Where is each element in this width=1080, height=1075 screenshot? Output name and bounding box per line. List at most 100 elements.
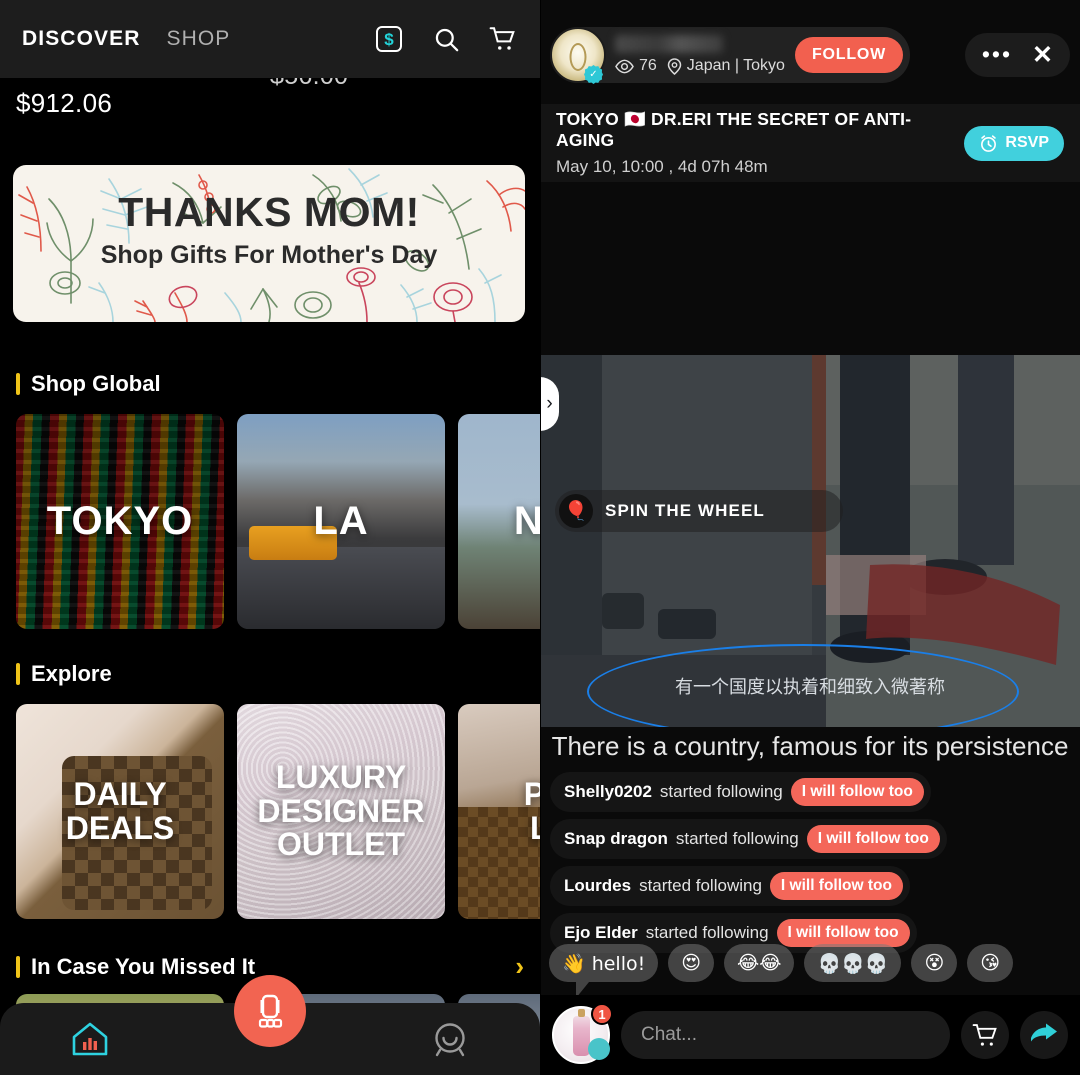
explore-label: LUXURY DESIGNER OUTLET [237, 704, 445, 919]
follow-back-button[interactable]: I will follow too [769, 872, 903, 900]
chat-username: Lourdes [564, 876, 632, 895]
city-label: NEW [513, 499, 540, 543]
explore-card-daily-deals[interactable]: DAILY DEALS [16, 704, 224, 919]
product-count-badge: 1 [591, 1003, 613, 1025]
header-icon-group: $ [374, 24, 518, 54]
section-accent-bar [16, 663, 20, 685]
chat-action: started following [675, 829, 799, 848]
city-label: LA [313, 499, 369, 543]
chat-action: started following [639, 876, 762, 895]
follow-button[interactable]: FOLLOW [794, 37, 904, 73]
quick-emoji-chip[interactable]: 😍 [668, 944, 715, 982]
spin-the-wheel-label: SPIN THE WHEEL [605, 501, 765, 520]
chat-message-row: Shelly0202 started following I will foll… [550, 772, 947, 819]
mothers-day-banner[interactable]: THANKS MOM! Shop Gifts For Mother's Day [13, 165, 525, 322]
cart-button[interactable] [961, 1011, 1009, 1059]
banner-text: THANKS MOM! Shop Gifts For Mother's Day [13, 189, 525, 270]
quick-emoji-bar: 👋 hello! 😍 😂😂 💀💀💀 😵 😘 [549, 944, 1080, 982]
explore-label-line1: PRE- [523, 775, 540, 812]
explore-label-line2: DESIGNER [257, 792, 425, 829]
share-arrow-icon [1031, 1023, 1057, 1042]
stream-meta: 76 Japan | Tokyo [615, 57, 785, 75]
explore-label-line1: DAILY [73, 775, 167, 812]
featured-product-thumbnail[interactable]: 1 [552, 1003, 613, 1064]
quick-emoji-chip[interactable]: 😂😂 [724, 944, 795, 982]
top-actions-group: ••• ✕ [964, 33, 1070, 77]
quick-emoji-chip[interactable]: 💀💀💀 [804, 944, 902, 982]
follow-back-button[interactable]: I will follow too [776, 919, 910, 947]
event-schedule: May 10, 10:00 , 4d 07h 48m [556, 157, 768, 176]
explore-label: DAILY DEALS [16, 704, 224, 919]
section-title: In Case You Missed It [31, 953, 256, 979]
section-chevron-right-icon[interactable]: › [515, 951, 524, 982]
dual-pane-screenshot: $56.00 $912.06 DISCOVER SHOP $ [0, 0, 1080, 1075]
nav-tab-home[interactable] [0, 1020, 180, 1058]
event-text: TOKYO 🇯🇵 DR.ERI THE SECRET OF ANTI-AGING… [556, 109, 964, 177]
explore-label-line1: LUXURY [275, 758, 407, 795]
streamer-profile-pill[interactable]: ✓ 76 Japan | Tokyo FOLLOW [550, 27, 911, 84]
viewer-count: 76 [639, 57, 657, 74]
chat-username: Ejo Elder [564, 923, 638, 942]
follow-back-button[interactable]: I will follow too [790, 778, 924, 806]
shop-global-row[interactable]: TOKYO LA NEW [0, 414, 540, 629]
location-pin-icon [667, 57, 682, 75]
tab-discover[interactable]: DISCOVER [22, 27, 141, 51]
explore-label-line2: DEALS [65, 809, 175, 846]
live-video-player[interactable]: › 🎈 SPIN THE WHEEL 有一个国度以执着和细致入微著称 [540, 355, 1080, 727]
cart-icon[interactable] [488, 24, 518, 54]
event-banner[interactable]: TOKYO 🇯🇵 DR.ERI THE SECRET OF ANTI-AGING… [540, 104, 1080, 182]
shop-app-panel: $56.00 $912.06 DISCOVER SHOP $ [0, 0, 540, 1075]
shop-fab-button[interactable] [234, 975, 306, 1047]
city-card-tokyo[interactable]: TOKYO [16, 414, 224, 629]
panel-divider [540, 0, 541, 1075]
section-header-shop-global: Shop Global [16, 371, 161, 397]
chat-message[interactable]: Snap dragon started following I will fol… [550, 819, 947, 859]
close-icon[interactable]: ✕ [1032, 42, 1053, 68]
chat-message[interactable]: Shelly0202 started following I will foll… [550, 772, 931, 812]
discover-header: DISCOVER SHOP $ [0, 0, 540, 78]
banner-subhead: Shop Gifts For Mother's Day [100, 241, 438, 269]
product-price-tag [588, 1038, 610, 1060]
explore-row[interactable]: DAILY DEALS LUXURY DESIGNER OUTLET PRE [0, 704, 540, 919]
more-options-icon[interactable]: ••• [982, 43, 1012, 66]
main-price: $912.06 [16, 88, 113, 118]
city-card-new-york[interactable]: NEW [458, 414, 540, 629]
quick-emoji-chip[interactable]: 😘 [967, 944, 1014, 982]
profile-text: 76 Japan | Tokyo [606, 35, 795, 75]
section-accent-bar [16, 955, 20, 978]
spin-the-wheel-chip[interactable]: 🎈 SPIN THE WHEEL [555, 490, 843, 532]
quick-emoji-chip[interactable]: 😵 [911, 944, 958, 982]
share-button[interactable] [1020, 1011, 1068, 1059]
smiley-face-icon [435, 1023, 465, 1057]
chat-message-row: Snap dragon started following I will fol… [550, 819, 947, 866]
balloon-icon: 🎈 [559, 494, 593, 528]
chat-action: started following [645, 923, 769, 942]
explore-label-line3: OUTLET [277, 826, 405, 863]
chat-message[interactable]: Lourdes started following I will follow … [550, 866, 910, 906]
city-card-la[interactable]: LA [237, 414, 445, 629]
alarm-clock-icon [981, 134, 997, 152]
city-label: TOKYO [46, 499, 194, 543]
stream-location: Japan | Tokyo [686, 57, 785, 74]
chat-action: started following [659, 782, 783, 801]
phone-shop-icon [258, 994, 283, 1028]
explore-card-luxury-designer-outlet[interactable]: LUXURY DESIGNER OUTLET [237, 704, 445, 919]
streamer-name-redacted [615, 35, 723, 53]
chat-input[interactable]: Chat... [621, 1011, 950, 1059]
coin-icon-label: $ [376, 26, 402, 52]
rsvp-button[interactable]: RSVP [964, 125, 1064, 161]
follow-back-button[interactable]: I will follow too [806, 825, 940, 853]
coin-icon[interactable]: $ [374, 24, 404, 54]
explore-card-pre-lux[interactable]: PRE- LUX [458, 704, 540, 919]
search-icon[interactable] [431, 24, 461, 54]
chat-username: Shelly0202 [564, 782, 652, 801]
event-title: TOKYO 🇯🇵 DR.ERI THE SECRET OF ANTI-AGING [556, 109, 912, 150]
section-header-explore: Explore [16, 661, 112, 687]
chat-message-row: Lourdes started following I will follow … [550, 866, 947, 913]
quick-emoji-chip[interactable]: 👋 hello! [549, 944, 659, 982]
tab-shop[interactable]: SHOP [167, 27, 231, 51]
home-chart-icon [72, 1022, 108, 1056]
rsvp-label: RSVP [1005, 134, 1049, 151]
section-title: Explore [31, 661, 112, 686]
nav-tab-profile[interactable] [360, 1020, 540, 1058]
